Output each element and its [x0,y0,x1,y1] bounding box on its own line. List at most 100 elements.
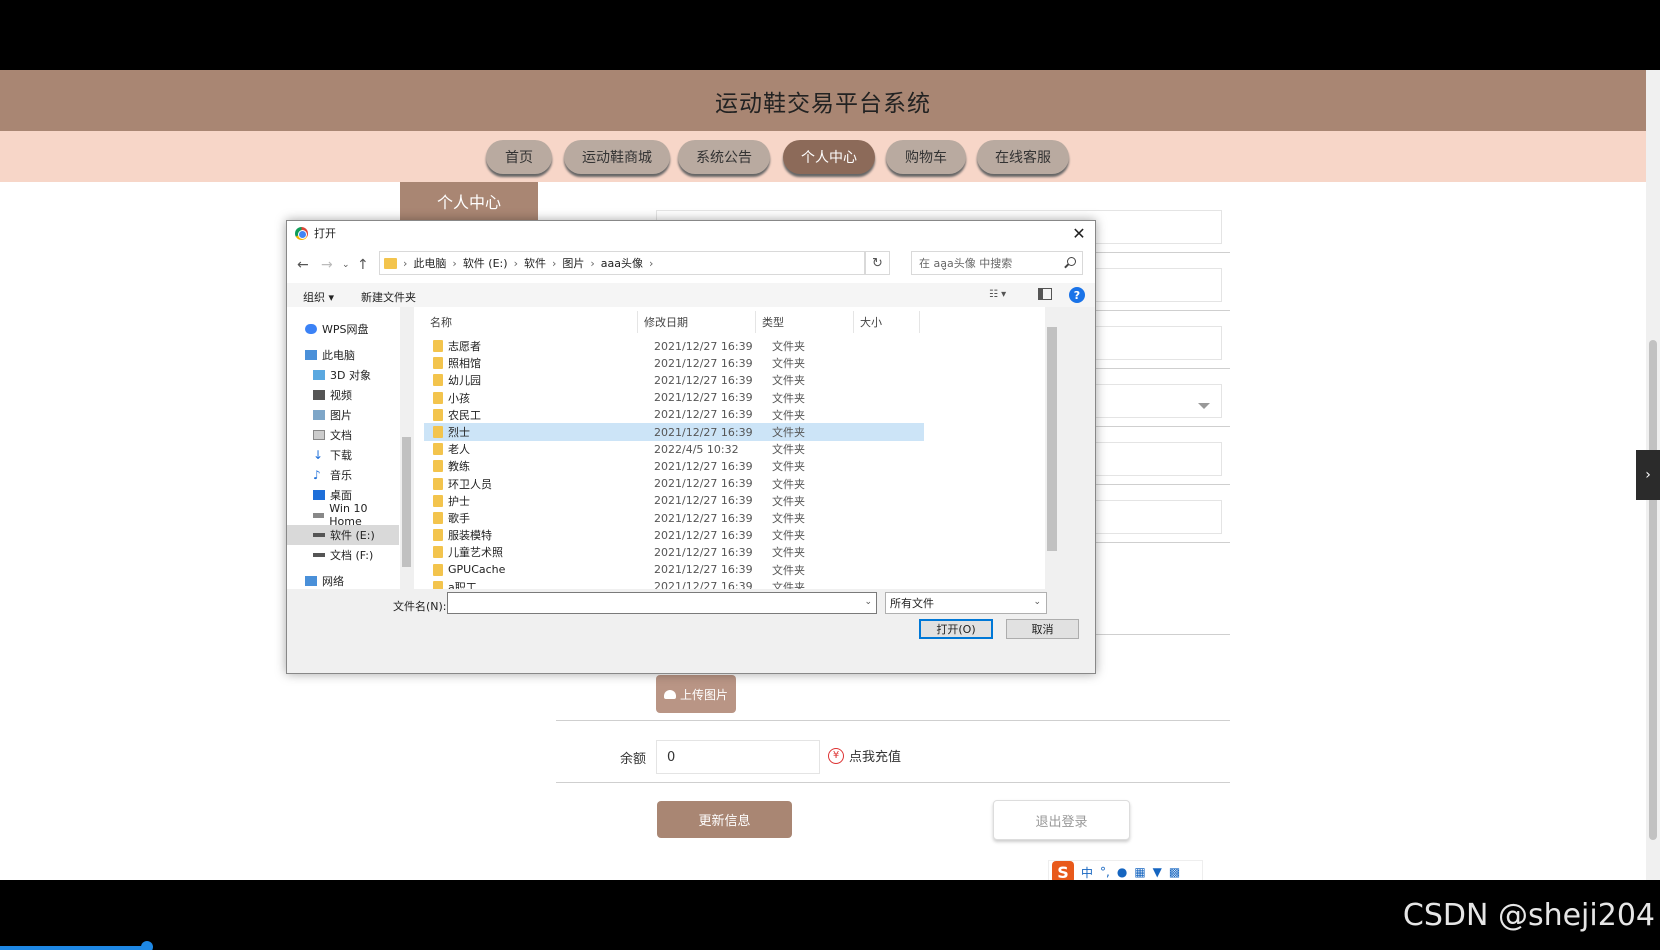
file-row[interactable]: 烈士 2021/12/27 16:39 文件夹 [424,423,924,441]
keyboard-icon[interactable]: ▦ [1134,865,1145,879]
filetype-select[interactable]: 所有文件 ⌄ [885,592,1047,614]
nav-pane-scrollbar[interactable] [400,307,413,589]
close-icon[interactable]: ✕ [1069,223,1089,243]
nav-item-3d-objects[interactable]: 3D 对象 [287,365,399,385]
help-icon[interactable]: ? [1069,287,1085,303]
nav-item-wps-cloud[interactable]: WPS网盘 [287,319,399,339]
file-date: 2021/12/27 16:39 [654,339,753,353]
column-date[interactable]: 修改日期 [638,311,756,333]
folder-icon [433,408,443,421]
column-size[interactable]: 大小 [854,311,920,333]
file-row[interactable]: 照相馆 2021/12/27 16:39 文件夹 [424,354,924,372]
file-name: 环卫人员 [448,477,492,491]
punctuation-icon[interactable]: °, [1100,865,1110,879]
folder-icon [433,374,443,387]
nav-item-documents[interactable]: 文档 [287,425,399,445]
file-row[interactable]: 教练 2021/12/27 16:39 文件夹 [424,457,924,475]
ime-toolbar[interactable]: S 中 °, ● ▦ ▼ ▩ [1048,860,1203,880]
nav-item-downloads[interactable]: ↓ 下载 [287,445,399,465]
filename-label: 文件名(N): [393,600,447,613]
file-row[interactable]: 儿童艺术照 2021/12/27 16:39 文件夹 [424,543,924,561]
forward-arrow-icon[interactable]: → [321,257,333,273]
file-type: 文件夹 [772,374,805,388]
file-date: 2021/12/27 16:39 [654,563,753,577]
nav-shoe-mall[interactable]: 运动鞋商城 [564,140,670,174]
file-row[interactable]: 幼儿园 2021/12/27 16:39 文件夹 [424,371,924,389]
nav-item-pictures[interactable]: 图片 [287,405,399,425]
breadcrumb-pictures[interactable]: 图片 [562,255,584,271]
new-folder-button[interactable]: 新建文件夹 [361,289,416,305]
view-options-icon[interactable]: ☷ ▾ [989,289,1017,301]
nav-home[interactable]: 首页 [486,140,552,174]
folder-icon [433,460,443,473]
nav-item-music[interactable]: ♪ 音乐 [287,465,399,485]
file-row[interactable]: 老人 2022/4/5 10:32 文件夹 [424,440,924,458]
logout-button[interactable]: 退出登录 [993,800,1130,840]
nav-announcements[interactable]: 系统公告 [678,140,770,174]
breadcrumb-drive-e[interactable]: 软件 (E:) [463,255,508,271]
chevron-right-icon[interactable]: › [1636,450,1660,500]
file-type: 文件夹 [772,426,805,439]
search-input[interactable]: 在 aaa头像 中搜索 [911,251,1083,275]
ime-language[interactable]: 中 [1081,864,1093,881]
file-row[interactable]: 农民工 2021/12/27 16:39 文件夹 [424,406,924,424]
file-date: 2021/12/27 16:39 [654,528,753,542]
chevron-down-icon: ⌄ [1033,597,1041,607]
address-bar[interactable]: › 此电脑 › 软件 (E:) › 软件 › 图片 › aaa头像 › ⌄ [379,251,948,275]
chrome-icon [295,226,308,240]
column-name[interactable]: 名称 [424,311,638,333]
video-progress-bar[interactable] [0,946,148,950]
apps-icon[interactable]: ▩ [1169,865,1180,879]
column-type[interactable]: 类型 [756,311,854,333]
chevron-down-icon[interactable]: ⌄ [864,597,872,607]
scrollbar-thumb[interactable] [402,437,411,567]
breadcrumb-avatars[interactable]: aaa头像 [601,255,643,271]
file-row[interactable]: 小孩 2021/12/27 16:39 文件夹 [424,389,924,407]
organize-button[interactable]: 组织 ▾ [303,289,334,305]
open-button[interactable]: 打开(O) [919,619,993,639]
nav-personal-center[interactable]: 个人中心 [783,140,875,174]
balance-field[interactable]: 0 [656,740,820,774]
cancel-button[interactable]: 取消 [1006,619,1079,639]
sidebar-tab-personal-center[interactable]: 个人中心 [400,182,538,220]
folder-icon [433,357,443,370]
video-progress-handle[interactable] [141,941,153,950]
nav-item-this-pc[interactable]: 此电脑 [287,345,399,365]
file-list-scrollbar[interactable] [1045,307,1059,589]
file-name: 幼儿园 [448,374,481,388]
upload-image-button[interactable]: 上传图片 [656,675,736,713]
microphone-icon[interactable]: ● [1117,865,1127,879]
scrollbar-thumb[interactable] [1047,327,1057,551]
nav-item-drive-f[interactable]: 文档 (F:) [287,545,399,565]
site-header: 运动鞋交易平台系统 [0,70,1646,131]
update-info-button[interactable]: 更新信息 [657,801,792,838]
nav-item-videos[interactable]: 视频 [287,385,399,405]
file-row[interactable]: 志愿者 2021/12/27 16:39 文件夹 [424,337,924,355]
preview-pane-icon[interactable] [1038,288,1052,300]
file-name: 烈士 [448,426,470,439]
file-row[interactable]: 环卫人员 2021/12/27 16:39 文件夹 [424,475,924,493]
nav-cart[interactable]: 购物车 [886,140,966,174]
back-arrow-icon[interactable]: ← [297,257,309,273]
file-row[interactable]: GPUCache 2021/12/27 16:39 文件夹 [424,561,924,579]
nav-item-win10-home[interactable]: Win 10 Home [287,502,399,528]
filename-input[interactable]: ⌄ [447,592,877,614]
file-date: 2021/12/27 16:39 [654,373,753,387]
nav-item-network[interactable]: 网络 [287,571,399,591]
folder-icon [433,477,443,490]
recent-dropdown-icon[interactable]: ⌄ [342,260,350,270]
file-row[interactable]: a职工 2021/12/27 16:39 文件夹 [424,578,924,589]
file-row[interactable]: 服装模特 2021/12/27 16:39 文件夹 [424,526,924,544]
recharge-link[interactable]: ¥ 点我充值 [828,746,901,765]
nav-online-service[interactable]: 在线客服 [977,140,1069,174]
network-icon [305,576,317,586]
breadcrumb-this-pc[interactable]: 此电脑 [413,255,446,271]
breadcrumb-software[interactable]: 软件 [524,255,546,271]
file-row[interactable]: 歌手 2021/12/27 16:39 文件夹 [424,509,924,527]
skin-icon[interactable]: ▼ [1153,865,1162,879]
nav-item-drive-e[interactable]: 软件 (E:) [287,525,399,545]
refresh-icon[interactable]: ↻ [865,251,890,275]
up-arrow-icon[interactable]: ↑ [357,257,369,273]
scrollbar-thumb[interactable] [1649,340,1657,840]
file-row[interactable]: 护士 2021/12/27 16:39 文件夹 [424,492,924,510]
